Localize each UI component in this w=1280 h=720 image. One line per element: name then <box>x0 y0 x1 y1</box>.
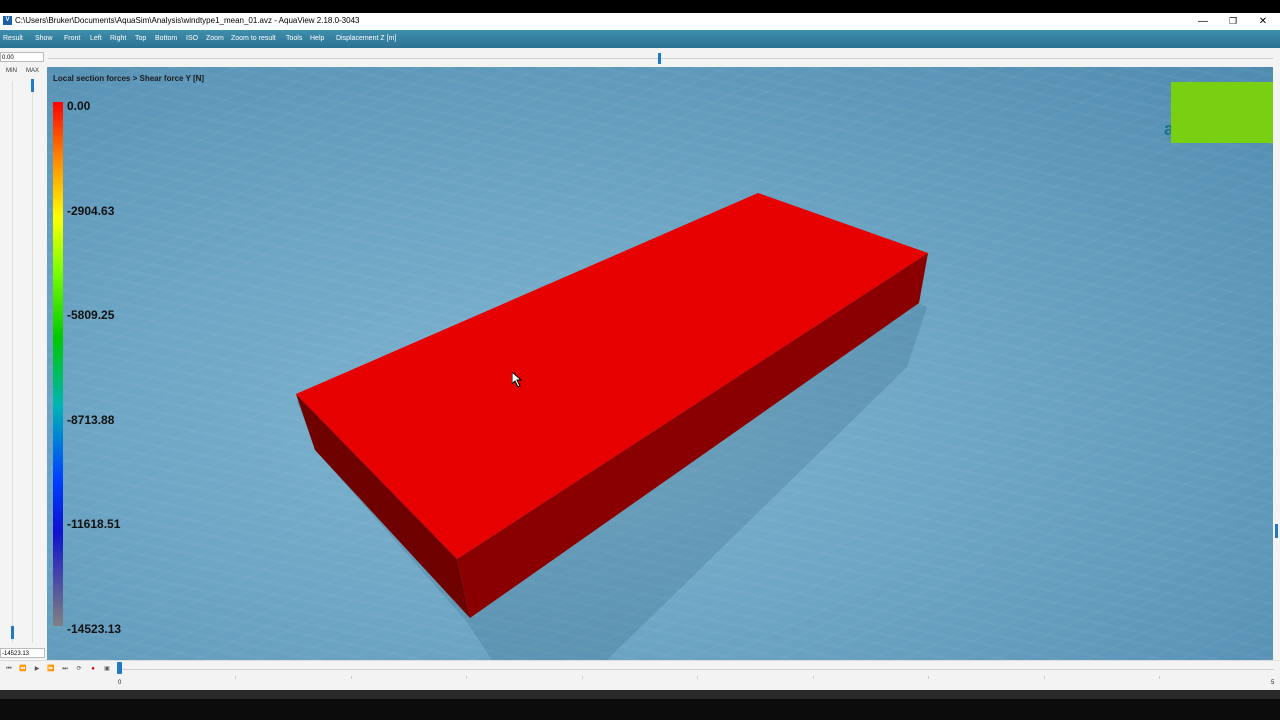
playback-track[interactable] <box>118 669 1274 670</box>
top-black-strip <box>0 0 1280 13</box>
3d-viewport[interactable]: Local section forces > Shear force Y [N]… <box>47 67 1273 660</box>
menu-right[interactable]: Right <box>110 35 126 42</box>
rewind-icon[interactable]: ⏪ <box>18 665 28 674</box>
time-slider-row: 0.00 <box>0 48 1280 68</box>
color-legend-bar <box>53 102 63 626</box>
playback-tick <box>235 676 236 679</box>
playback-tick <box>1044 676 1045 679</box>
right-scrollbar[interactable] <box>1273 67 1280 660</box>
playback-thumb[interactable] <box>117 662 122 674</box>
taskbar-strip <box>0 690 1280 699</box>
min-label: MIN <box>6 68 17 74</box>
legend-label-2: -2904.63 <box>67 204 115 218</box>
legend-label-4: -8713.88 <box>67 413 115 427</box>
legend-label-max: 0.00 <box>67 99 91 113</box>
taskbar <box>0 690 1280 720</box>
fast-forward-icon[interactable]: ⏩ <box>46 665 56 674</box>
menu-front[interactable]: Front <box>64 35 80 42</box>
min-slider-thumb[interactable] <box>11 626 14 639</box>
menu-left[interactable]: Left <box>90 35 102 42</box>
min-slider-track[interactable] <box>12 81 13 643</box>
range-panel: MIN MAX -14523.13 <box>0 67 47 660</box>
playback-tick <box>1159 676 1160 679</box>
aquaview-app-icon: V <box>3 16 12 25</box>
last-frame-icon[interactable]: ⏭ <box>60 665 70 674</box>
menu-show[interactable]: Show <box>35 35 53 42</box>
playback-tick <box>582 676 583 679</box>
playback-end-label: 5 <box>1271 680 1275 686</box>
play-icon[interactable]: ▶ <box>32 665 42 674</box>
slider-thumb[interactable] <box>658 53 661 64</box>
restore-button[interactable]: ❐ <box>1218 14 1248 29</box>
record-icon[interactable]: ● <box>88 665 98 674</box>
menu-bar: Result Show Front Left Right Top Bottom … <box>0 30 1280 48</box>
playback-tick <box>697 676 698 679</box>
menu-help[interactable]: Help <box>310 35 324 42</box>
legend-label-3: -5809.25 <box>67 308 115 322</box>
max-label: MAX <box>26 68 40 74</box>
green-overlay-box <box>1171 82 1273 143</box>
close-button[interactable]: ✕ <box>1248 14 1278 29</box>
menu-top[interactable]: Top <box>135 35 146 42</box>
playback-tick <box>928 676 929 679</box>
menu-displacement-z[interactable]: Displacement Z [m] <box>336 35 396 42</box>
title-bar: V C:\Users\Bruker\Documents\AquaSim\Anal… <box>0 13 1280 30</box>
camera-icon[interactable]: ▣ <box>102 665 112 674</box>
playback-bar: ⏮ ⏪ ▶ ⏩ ⏭ ⟳ ● ▣ 0 5 <box>0 660 1280 691</box>
playback-tick <box>466 676 467 679</box>
min-value-field[interactable]: -14523.13 <box>0 648 45 658</box>
max-slider-track[interactable] <box>32 81 33 643</box>
menu-result[interactable]: Result <box>3 35 23 42</box>
menu-iso[interactable]: ISO <box>186 35 198 42</box>
playback-start-label: 0 <box>118 680 122 686</box>
model-scene <box>296 193 928 660</box>
right-scroll-thumb[interactable] <box>1275 524 1278 538</box>
playback-tick <box>351 676 352 679</box>
slider-value-field[interactable]: 0.00 <box>0 52 44 62</box>
menu-tools[interactable]: Tools <box>286 35 302 42</box>
legend-label-5: -11618.51 <box>67 517 121 531</box>
playback-tick <box>813 676 814 679</box>
window-title: C:\Users\Bruker\Documents\AquaSim\Analys… <box>15 16 360 25</box>
minimize-button[interactable]: — <box>1188 14 1218 29</box>
menu-zoom[interactable]: Zoom <box>206 35 224 42</box>
section-title: Local section forces > Shear force Y [N] <box>53 74 205 83</box>
menu-bottom[interactable]: Bottom <box>155 35 177 42</box>
max-slider-thumb[interactable] <box>31 79 34 92</box>
first-frame-icon[interactable]: ⏮ <box>4 665 14 674</box>
legend-label-min: -14523.13 <box>67 622 122 636</box>
mouse-cursor-icon <box>512 372 523 388</box>
loop-icon[interactable]: ⟳ <box>74 665 84 674</box>
menu-zoom-to-result[interactable]: Zoom to result <box>231 35 276 42</box>
